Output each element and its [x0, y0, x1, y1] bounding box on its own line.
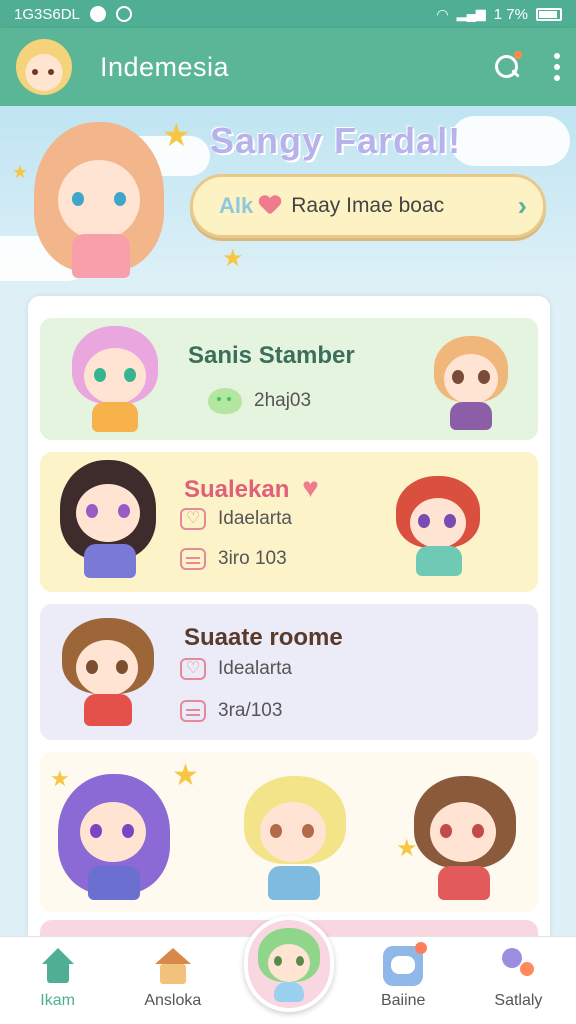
nav-item-baiine[interactable]: Baiine — [346, 937, 461, 1024]
status-bar: 1G3S6DL ◠ ▂▄▆ 1 7% — [0, 0, 576, 28]
nav-item-home[interactable]: Ikam — [0, 937, 115, 1024]
battery-icon — [536, 7, 562, 21]
meta-text: 3ra/103 — [218, 700, 283, 721]
character-avatar-button[interactable] — [244, 916, 334, 1012]
hero-banner: ★ ★ ★ Sangy Fardal! Alk Raay Imae boac › — [0, 106, 576, 296]
card-title: Sualekan ♥ — [184, 472, 319, 504]
chat-icon — [383, 942, 428, 986]
character-illustration — [60, 614, 160, 732]
heart-icon — [180, 508, 206, 530]
hero-character-illustration — [26, 116, 176, 286]
character-illustration — [240, 772, 350, 908]
heart-icon — [180, 658, 206, 680]
notification-dot — [514, 51, 522, 59]
sync-icon — [115, 6, 132, 22]
chevron-right-icon: › — [517, 190, 527, 221]
list-item[interactable]: Sualekan ♥ Idaelarta 3iro 103 — [40, 452, 538, 592]
card-title: Suaate roome — [184, 624, 343, 651]
search-icon[interactable] — [494, 51, 522, 80]
character-list[interactable]: Sanis Stamber 2haj03 Sualekan ♥ Idael — [28, 296, 550, 936]
app-bar: Indemesia — [0, 28, 576, 106]
list-item[interactable]: Sanis Stamber 2haj03 — [40, 318, 538, 440]
profile-avatar[interactable] — [16, 39, 72, 95]
character-illustration — [432, 332, 512, 432]
heart-icon: ♥ — [302, 472, 319, 503]
heart-icon — [259, 196, 281, 216]
pill-tag: Alk — [219, 193, 254, 218]
cloud-decoration — [450, 116, 570, 166]
card-meta: 2haj03 — [208, 388, 311, 414]
balloon-icon — [498, 946, 538, 986]
character-avatar-icon — [256, 926, 322, 1006]
notification-icon — [89, 6, 106, 22]
home-icon — [38, 946, 78, 986]
battery-percent: 1 7% — [493, 5, 528, 23]
hero-title: Sangy Fardal! — [210, 120, 462, 161]
blob-icon — [208, 388, 242, 414]
list-item[interactable]: ★ ★ ★ — [40, 752, 538, 912]
wifi-icon: ◠ — [436, 5, 449, 22]
card-meta: 3iro 103 — [180, 548, 287, 570]
nav-label: Ansloka — [144, 992, 202, 1009]
card-meta: Idealarta — [180, 658, 292, 680]
card-meta: 3ra/103 — [180, 700, 282, 722]
meta-text: 2haj03 — [254, 390, 312, 411]
character-illustration — [58, 458, 164, 584]
pill-text: Raay Imae boac — [291, 194, 445, 217]
badge-dot — [415, 942, 428, 954]
meta-text: Idealarta — [218, 658, 292, 679]
nav-label: Ikam — [40, 992, 75, 1009]
nav-item-ansloka[interactable]: Ansloka — [115, 937, 230, 1024]
meta-text: 3iro 103 — [218, 548, 287, 569]
character-illustration — [56, 772, 176, 908]
character-illustration — [70, 324, 170, 436]
status-time: 1G3S6DL — [14, 5, 80, 23]
calendar-icon — [180, 548, 206, 570]
card-meta: Idaelarta — [180, 508, 292, 530]
hero-action-pill[interactable]: Alk Raay Imae boac › — [190, 174, 546, 238]
meta-text: Idaelarta — [218, 508, 292, 529]
card-title-text: Sualekan — [184, 476, 290, 503]
app-title: Indemesia — [100, 51, 230, 82]
star-icon: ★ — [172, 759, 199, 792]
character-illustration — [394, 472, 484, 582]
house-icon — [153, 946, 193, 986]
signal-icon: ▂▄▆ — [456, 6, 486, 21]
star-icon: ★ — [222, 245, 244, 272]
nav-label: Baiine — [380, 992, 426, 1009]
card-title: Sanis Stamber — [188, 342, 355, 369]
character-illustration — [410, 772, 520, 908]
more-options-icon[interactable] — [554, 53, 560, 81]
calendar-icon — [180, 700, 206, 722]
nav-item-satlaly[interactable]: Satlaly — [461, 937, 576, 1024]
nav-label: Satlaly — [494, 992, 543, 1009]
list-item[interactable]: Suaate roome Idealarta 3ra/103 — [40, 604, 538, 740]
